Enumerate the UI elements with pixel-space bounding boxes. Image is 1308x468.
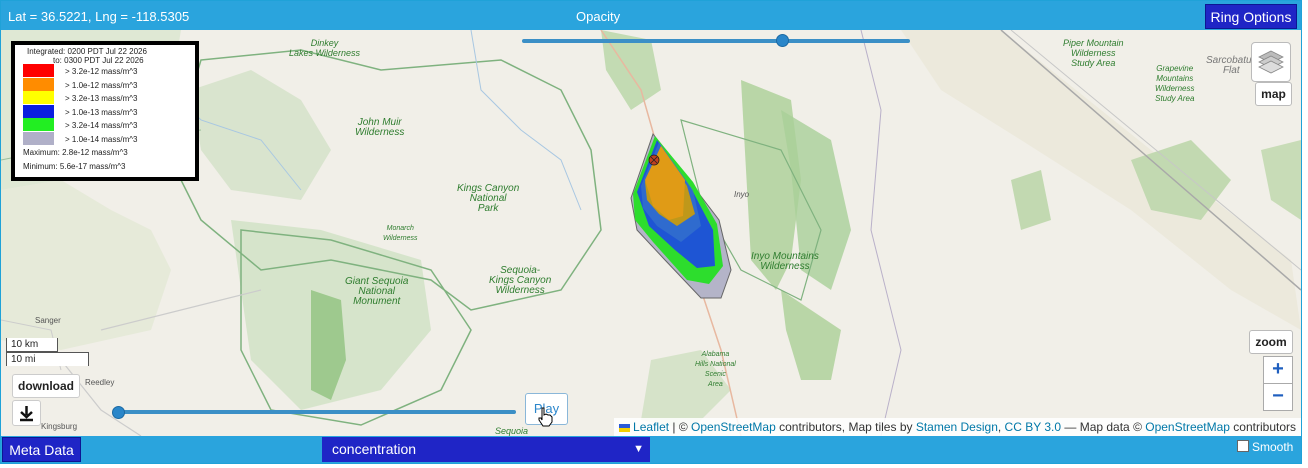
legend-label: > 3.2e-14 mass/m^3 [65, 121, 138, 130]
place-label: Grapevine Mountains Wilderness Study Area [1155, 64, 1195, 103]
cursor-coordinates: Lat = 36.5221, Lng = -118.5305 [8, 9, 190, 24]
place-label: Alabama Hills National Scenic Area [695, 351, 736, 388]
place-label: Inyo Mountains Wilderness [751, 251, 819, 272]
osm-data-link[interactable]: OpenStreetMap [1145, 420, 1230, 434]
opacity-slider-track[interactable] [522, 39, 910, 43]
variable-select[interactable]: concentration ▼ [322, 437, 650, 462]
bottom-bar: Meta Data concentration ▼ Smooth [1, 436, 1301, 463]
download-icon-button[interactable] [12, 400, 41, 426]
legend-maximum: Maximum: 2.8e-12 mass/m^3 [23, 148, 128, 157]
layers-icon [1258, 50, 1284, 74]
basemap-toggle-button[interactable]: map [1255, 82, 1292, 106]
attribution-text: contributors [1229, 420, 1296, 434]
stamen-link[interactable]: Stamen Design [916, 420, 998, 434]
concentration-legend: Integrated: 0200 PDT Jul 22 2026 to: 030… [11, 41, 199, 181]
place-label: Piper Mountain Wilderness Study Area [1063, 38, 1124, 68]
time-slider-thumb[interactable] [112, 406, 125, 419]
download-icon [20, 406, 33, 422]
opacity-label: Opacity [576, 9, 621, 24]
legend-swatch [23, 77, 54, 91]
legend-label: > 1.0e-14 mass/m^3 [65, 134, 138, 144]
download-button[interactable]: download [12, 374, 80, 398]
attribution-text: — Map data © [1061, 420, 1146, 434]
legend-label: > 3.2e-12 mass/m^3 [65, 67, 138, 76]
scale-bar-km: 10 km [6, 338, 58, 352]
legend-swatch [23, 118, 54, 131]
place-label: Sanger [35, 316, 61, 325]
place-label: John Muir Wilderness [355, 117, 405, 138]
place-label: Monarch Wilderness [383, 225, 418, 242]
legend-label: > 1.0e-12 mass/m^3 [65, 80, 138, 90]
ring-options-button[interactable]: Ring Options [1205, 4, 1297, 29]
legend-label: > 1.0e-13 mass/m^3 [65, 107, 138, 117]
place-label: Giant Sequoia National Monument [345, 276, 409, 307]
legend-integrated-to: to: 0300 PDT Jul 22 2026 [53, 56, 144, 65]
hand-cursor-icon [538, 407, 553, 427]
legend-swatch [23, 104, 54, 118]
map-attribution: Leaflet | © OpenStreetMap contributors, … [613, 418, 1301, 436]
place-label: Sequoia- Kings Canyon Wilderness [489, 265, 552, 296]
legend-swatch [23, 131, 54, 145]
smooth-toggle[interactable]: Smooth [1237, 440, 1293, 454]
opacity-slider-thumb[interactable] [775, 34, 789, 47]
chevron-down-icon: ▼ [633, 443, 644, 455]
place-label: Reedley [85, 378, 115, 387]
map-view[interactable]: Dinkey Lakes Wilderness John Muir Wilderne… [1, 30, 1301, 436]
place-label: Inyo [734, 190, 750, 199]
variable-select-value: concentration [332, 441, 417, 457]
leaflet-link[interactable]: Leaflet [633, 420, 669, 434]
zoom-out-button[interactable]: − [1263, 383, 1293, 411]
zoom-in-button[interactable]: + [1263, 356, 1293, 384]
layers-button[interactable] [1251, 42, 1291, 82]
smooth-label: Smooth [1252, 440, 1294, 454]
place-label: Kings Canyon National Park [457, 183, 520, 214]
legend-minimum: Minimum: 5.6e-17 mass/m^3 [23, 162, 126, 171]
attribution-text: , [997, 420, 1005, 434]
ccby-link[interactable]: CC BY 3.0 [1005, 420, 1061, 434]
place-label: Kingsburg [41, 422, 78, 431]
legend-label: > 3.2e-13 mass/m^3 [65, 94, 138, 103]
legend-swatch [23, 64, 54, 77]
place-label: Dinkey Lakes Wilderness [289, 38, 360, 58]
attribution-text: contributors, Map tiles by [775, 420, 916, 434]
time-slider-track[interactable] [114, 410, 516, 414]
meta-data-button[interactable]: Meta Data [2, 437, 81, 462]
attribution-text: | © [669, 420, 692, 434]
place-label: Sarcobatus Flat [1206, 55, 1257, 76]
legend-swatch [23, 91, 54, 104]
place-label: Sequoia [495, 426, 529, 436]
top-bar: Lat = 36.5221, Lng = -118.5305 Opacity R… [1, 1, 1301, 30]
smooth-checkbox[interactable] [1237, 440, 1249, 452]
zoom-label: zoom [1249, 330, 1293, 354]
legend-integrated-from: Integrated: 0200 PDT Jul 22 2026 [27, 47, 147, 56]
ukraine-flag-icon [618, 424, 630, 432]
scale-bar-mi: 10 mi [6, 352, 89, 366]
osm-link[interactable]: OpenStreetMap [691, 420, 776, 434]
